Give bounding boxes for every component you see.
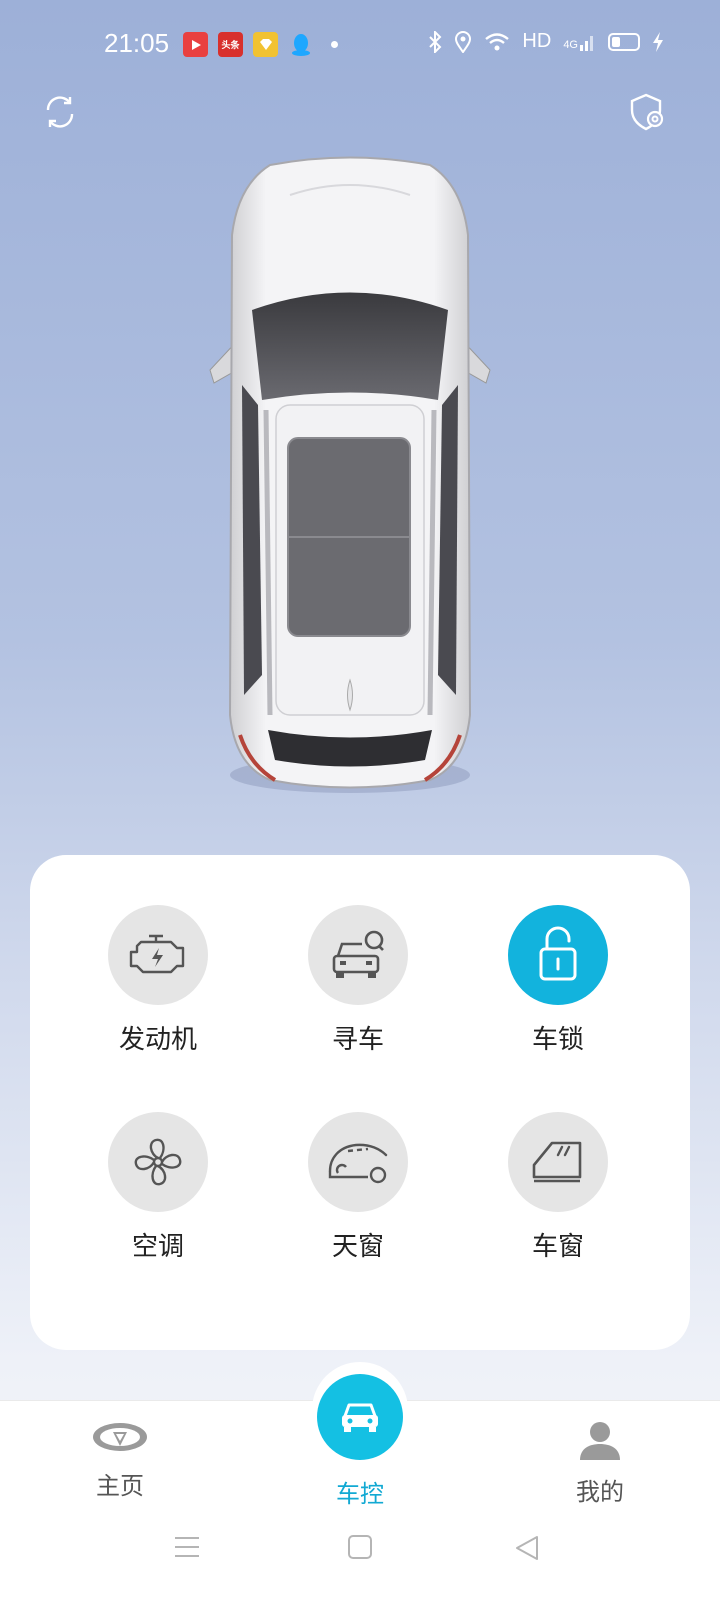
ac-label: 空调 xyxy=(131,1232,184,1262)
person-icon xyxy=(580,1422,620,1460)
refresh-button[interactable] xyxy=(38,90,82,134)
square-icon xyxy=(348,1535,372,1559)
car-top-view-image xyxy=(200,155,500,805)
window-label: 车窗 xyxy=(531,1232,584,1262)
back-nav-button[interactable] xyxy=(515,1535,539,1565)
lock-button[interactable] xyxy=(508,905,608,1005)
qq-icon xyxy=(288,32,313,57)
lock-label: 车锁 xyxy=(531,1025,584,1055)
sunroof-control[interactable]: 天窗 xyxy=(288,1112,428,1263)
nav-item-home[interactable]: 主页 xyxy=(60,1420,180,1501)
bluetooth-icon xyxy=(429,30,442,53)
news-app-icon: 头条 xyxy=(218,32,243,57)
unlock-icon xyxy=(539,926,577,981)
status-bar: 21:05 头条 HD 4G xyxy=(0,0,720,90)
menu-icon xyxy=(175,1537,199,1557)
shield-settings-icon xyxy=(630,93,664,131)
status-time: 21:05 xyxy=(104,28,170,58)
fan-icon xyxy=(134,1138,182,1186)
sunroof-label: 天窗 xyxy=(331,1232,384,1262)
more-notifications-dot xyxy=(331,41,338,48)
menu-nav-button[interactable] xyxy=(174,1535,200,1563)
window-button[interactable] xyxy=(508,1112,608,1212)
nav-mine-label: 我的 xyxy=(576,1478,624,1506)
charging-icon xyxy=(653,31,663,52)
network-type: HD xyxy=(522,30,552,52)
sunroof-button[interactable] xyxy=(308,1112,408,1212)
nav-home-label: 主页 xyxy=(96,1472,144,1500)
nav-car-control-label: 车控 xyxy=(336,1480,384,1508)
find-car-icon xyxy=(332,930,384,978)
notification-icons: 头条 xyxy=(183,32,338,57)
engine-label: 发动机 xyxy=(118,1025,197,1055)
system-navigation-bar xyxy=(0,1535,720,1575)
engine-icon xyxy=(129,934,185,974)
back-icon xyxy=(516,1536,538,1560)
vehicle-settings-button[interactable] xyxy=(626,90,670,134)
nav-item-car-control[interactable]: 车控 xyxy=(300,1466,420,1509)
window-icon xyxy=(532,1141,582,1183)
location-icon xyxy=(455,30,472,53)
car-icon xyxy=(342,1403,378,1432)
gold-app-icon xyxy=(253,32,278,57)
nav-item-mine[interactable]: 我的 xyxy=(540,1420,660,1507)
find-car-button[interactable] xyxy=(308,905,408,1005)
lock-control[interactable]: 车锁 xyxy=(488,905,628,1056)
system-icons: HD 4G xyxy=(428,30,664,53)
find-car-label: 寻车 xyxy=(331,1025,384,1055)
sunroof-icon xyxy=(328,1143,388,1184)
find-car-control[interactable]: 寻车 xyxy=(288,905,428,1056)
vehicle-control-panel: 发动机 寻车 车锁 空调 天窗 车窗 xyxy=(30,855,690,1350)
engine-control[interactable]: 发动机 xyxy=(88,905,228,1056)
signal-icon: 4G xyxy=(563,33,596,51)
window-control[interactable]: 车窗 xyxy=(488,1112,628,1263)
video-app-icon xyxy=(183,32,208,57)
home-nav-button[interactable] xyxy=(348,1535,372,1563)
engine-button[interactable] xyxy=(108,905,208,1005)
nav-item-car-control-button[interactable] xyxy=(317,1374,403,1460)
ac-control[interactable]: 空调 xyxy=(88,1112,228,1263)
refresh-icon xyxy=(46,96,74,128)
brand-logo-icon xyxy=(93,1423,147,1451)
battery-icon xyxy=(608,32,640,51)
ac-button[interactable] xyxy=(108,1112,208,1212)
wifi-icon xyxy=(485,32,510,50)
